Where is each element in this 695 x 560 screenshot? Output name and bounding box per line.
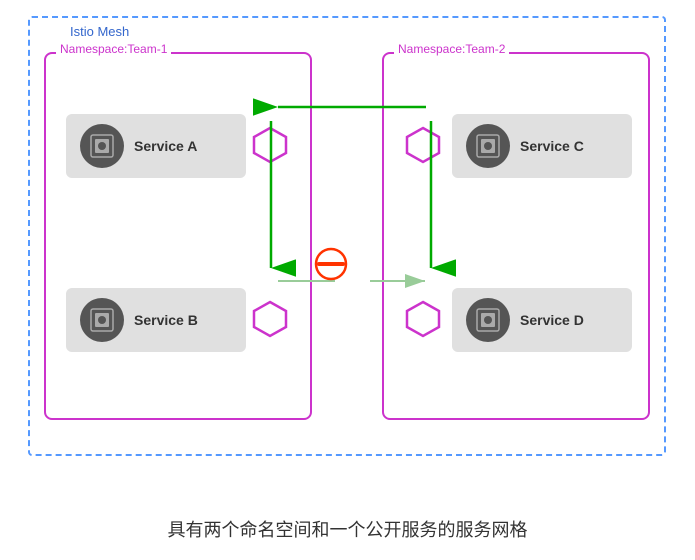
service-d-label: Service D [520, 312, 584, 328]
service-b-icon [80, 298, 124, 342]
proxy-c-hex [404, 126, 442, 169]
service-a-box: Service A [66, 114, 246, 178]
proxy-b-hex [251, 300, 289, 343]
no-entry-symbol [314, 247, 348, 286]
service-a-label: Service A [134, 138, 197, 154]
istio-mesh-label: Istio Mesh [66, 24, 133, 39]
proxy-a-hex [251, 126, 289, 169]
service-a-icon [80, 124, 124, 168]
namespace-team1-label: Namespace:Team-1 [56, 42, 171, 56]
service-d-box: Service D [452, 288, 632, 352]
service-b-box: Service B [66, 288, 246, 352]
service-c-icon [466, 124, 510, 168]
service-c-label: Service C [520, 138, 584, 154]
caption-text: 具有两个命名空间和一个公开服务的服务网格 [0, 516, 695, 542]
namespace-team1-box: Namespace:Team-1 Service A Serv [44, 52, 312, 420]
service-c-box: Service C [452, 114, 632, 178]
main-container: Istio Mesh Namespace:Team-1 Service A [0, 0, 695, 560]
service-d-icon [466, 298, 510, 342]
service-b-label: Service B [134, 312, 198, 328]
namespace-team2-label: Namespace:Team-2 [394, 42, 509, 56]
namespace-team2-box: Namespace:Team-2 Service C Serv [382, 52, 650, 420]
proxy-d-hex [404, 300, 442, 343]
